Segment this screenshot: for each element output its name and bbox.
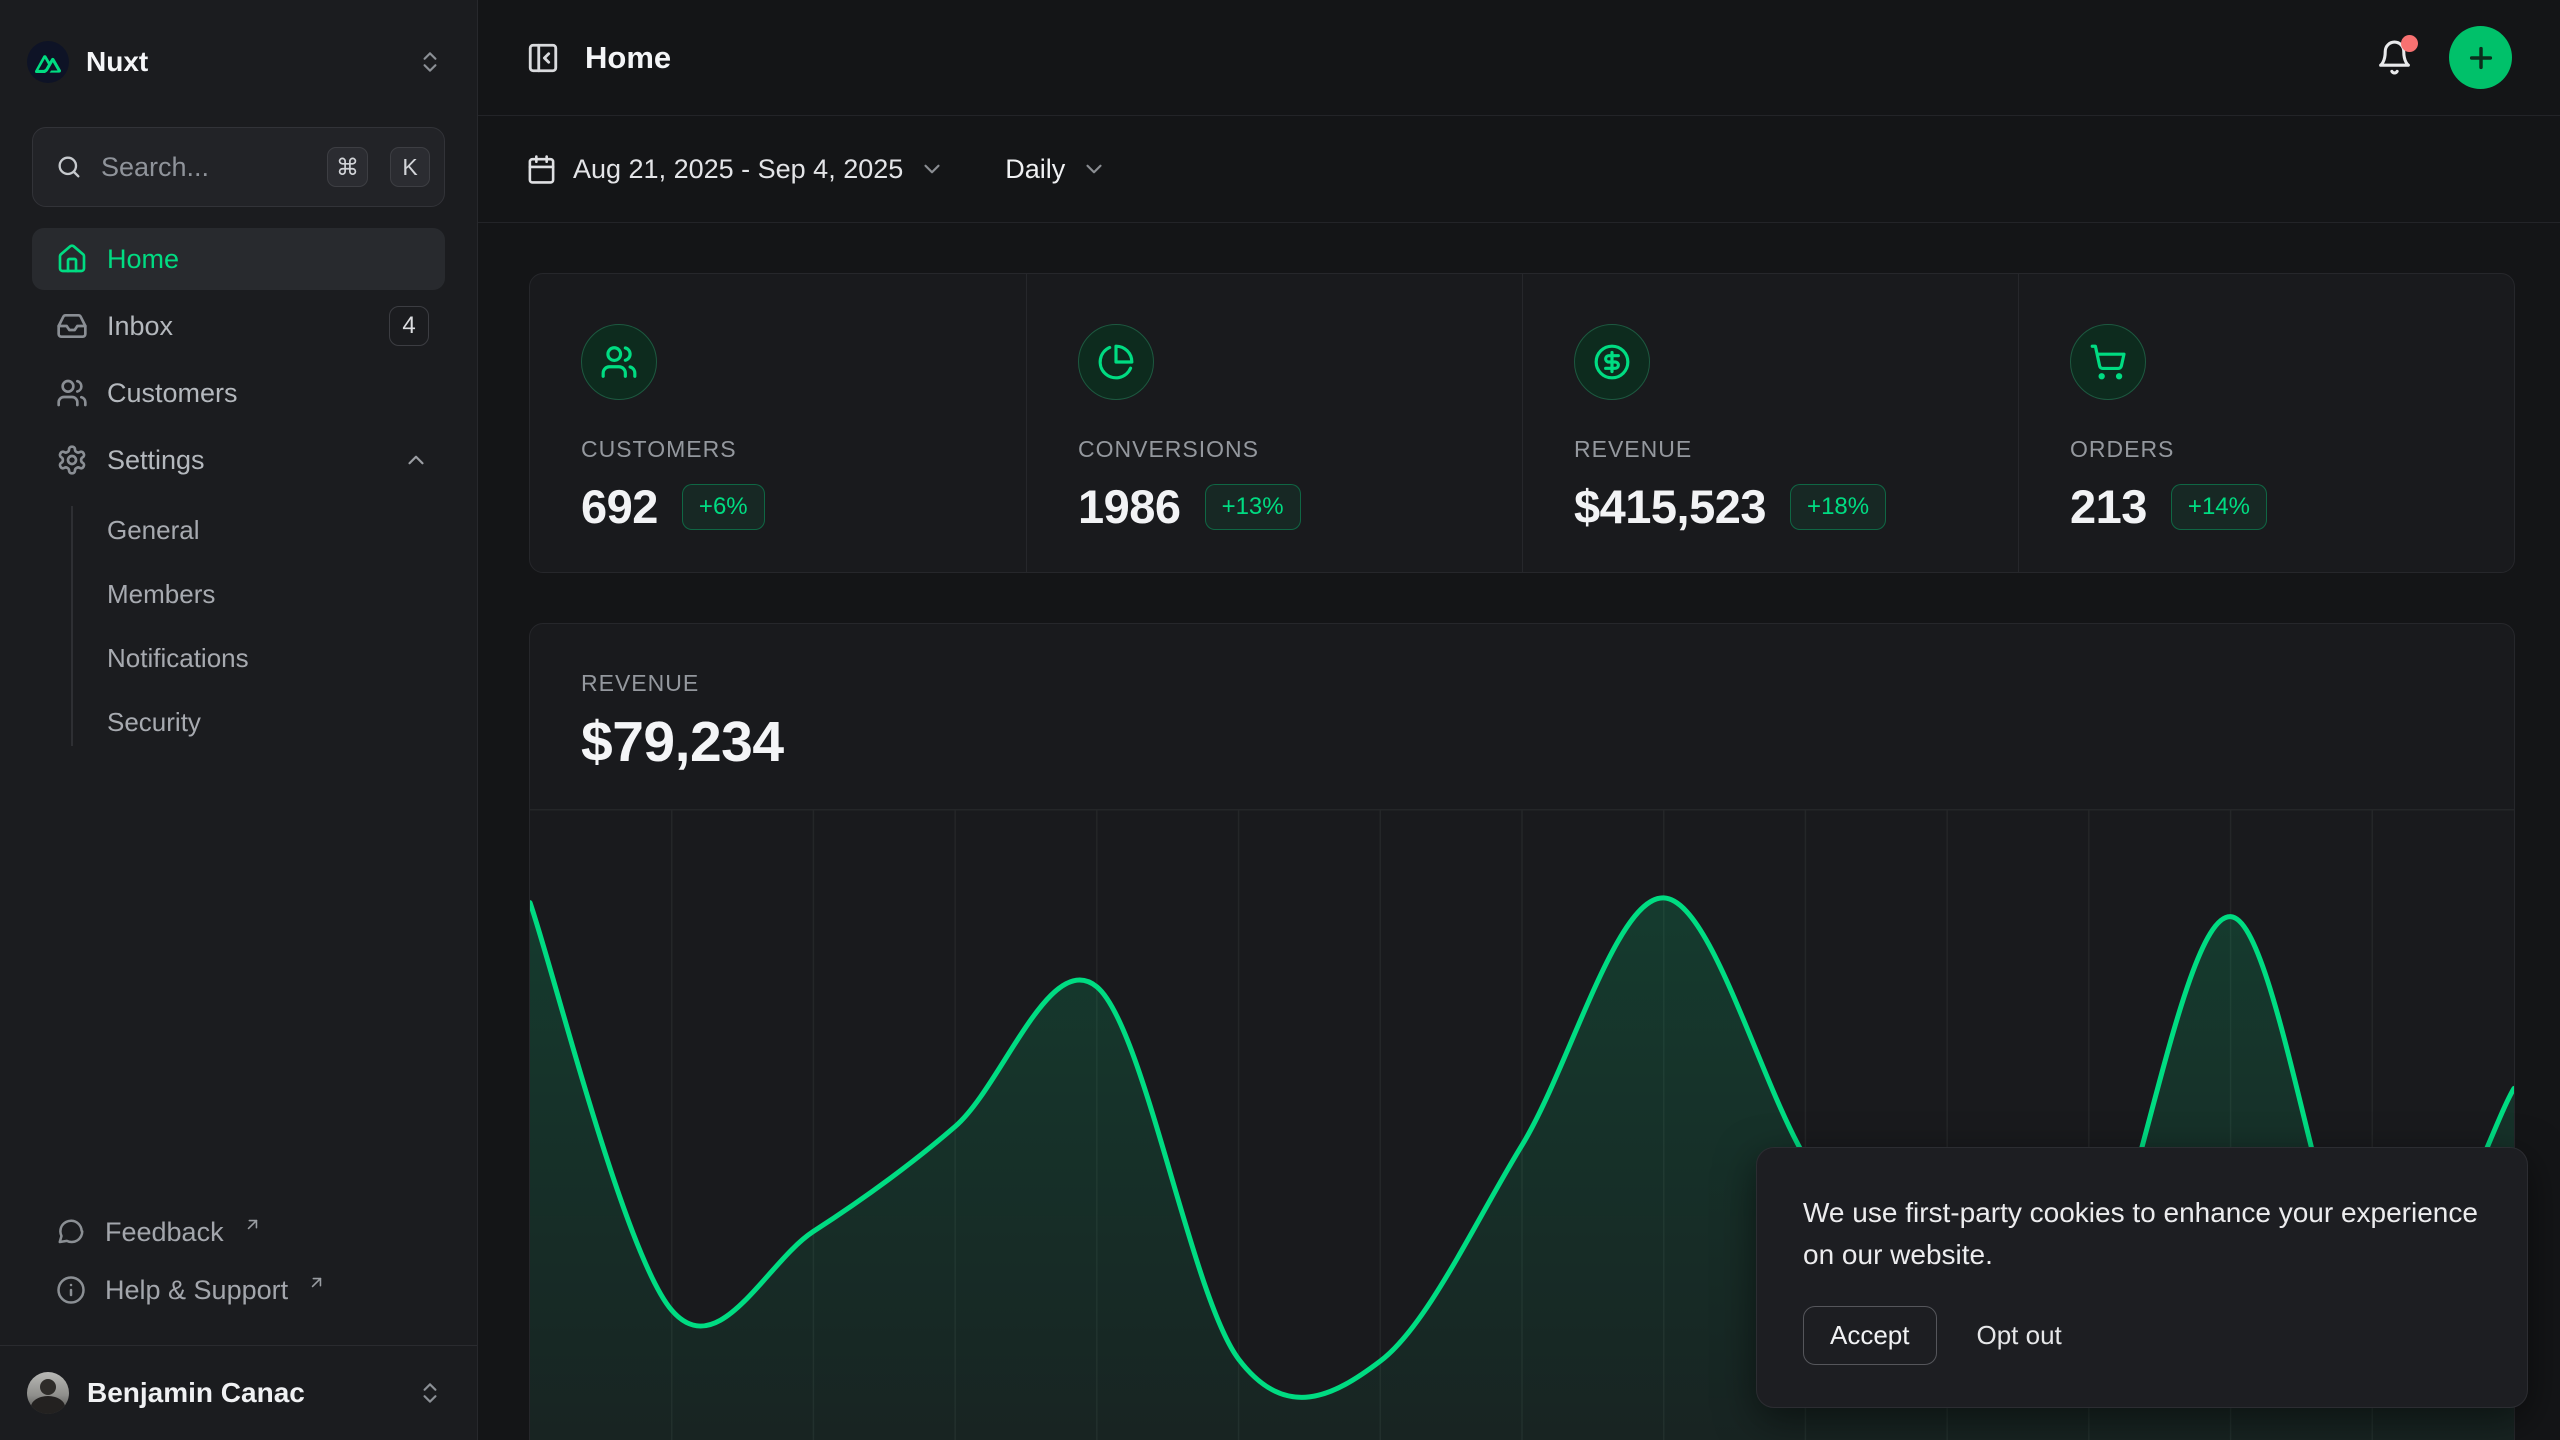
gear-icon xyxy=(56,444,88,476)
opt-out-button[interactable]: Opt out xyxy=(1977,1320,2062,1351)
add-button[interactable] xyxy=(2449,26,2512,89)
accept-button[interactable]: Accept xyxy=(1803,1306,1937,1365)
topbar-actions xyxy=(2376,26,2512,89)
inbox-icon xyxy=(56,310,88,342)
notifications-button[interactable] xyxy=(2376,39,2413,76)
avatar xyxy=(27,1372,69,1414)
sub-item-label: General xyxy=(107,515,200,546)
pie-chart-icon xyxy=(1078,324,1154,400)
notification-dot xyxy=(2401,35,2418,52)
user-selector-icon xyxy=(417,1380,443,1406)
sidebar-item-label: Settings xyxy=(107,445,205,476)
external-link-icon xyxy=(307,1273,326,1292)
feedback-link[interactable]: Feedback xyxy=(32,1203,445,1261)
topbar: Home xyxy=(478,0,2560,116)
collapse-sidebar-button[interactable] xyxy=(526,41,560,75)
user-menu[interactable]: Benjamin Canac xyxy=(0,1345,477,1440)
sidebar-item-label: Inbox xyxy=(107,311,173,342)
sidebar-item-inbox[interactable]: Inbox 4 xyxy=(32,295,445,357)
stat-revenue[interactable]: REVENUE $415,523 +18% xyxy=(1522,274,2018,572)
stat-label: REVENUE xyxy=(1574,436,1978,463)
stat-label: CUSTOMERS xyxy=(581,436,986,463)
stat-label: ORDERS xyxy=(2070,436,2474,463)
message-circle-icon xyxy=(56,1217,86,1247)
stat-value: 692 xyxy=(581,479,658,534)
cookie-message: We use first-party cookies to enhance yo… xyxy=(1803,1192,2481,1276)
search-placeholder: Search... xyxy=(101,152,305,183)
sidebar-footer-links: Feedback Help & Support xyxy=(32,1203,445,1319)
sidebar-item-general[interactable]: General xyxy=(32,498,445,562)
user-name: Benjamin Canac xyxy=(87,1377,305,1409)
sidebar-item-settings[interactable]: Settings xyxy=(32,429,445,491)
home-icon xyxy=(56,243,88,275)
stat-orders[interactable]: ORDERS 213 +14% xyxy=(2018,274,2514,572)
sidebar-item-notifications[interactable]: Notifications xyxy=(32,626,445,690)
sidebar-item-members[interactable]: Members xyxy=(32,562,445,626)
granularity-select[interactable]: Daily xyxy=(1005,154,1107,185)
page-title: Home xyxy=(585,40,671,76)
sidebar-item-home[interactable]: Home xyxy=(32,228,445,290)
revenue-chart-label: REVENUE xyxy=(581,670,2463,697)
users-icon xyxy=(581,324,657,400)
stat-value: $415,523 xyxy=(1574,479,1766,534)
sub-item-label: Notifications xyxy=(107,643,249,674)
help-support-link[interactable]: Help & Support xyxy=(32,1261,445,1319)
search-input[interactable]: Search... ⌘ K xyxy=(32,127,445,207)
sidebar-nav: Home Inbox 4 Customers Settings xyxy=(32,228,445,754)
chevron-down-icon xyxy=(919,156,945,182)
trend-badge: +18% xyxy=(1790,484,1886,530)
stat-conversions[interactable]: CONVERSIONS 1986 +13% xyxy=(1026,274,1522,572)
workspace-selector-icon xyxy=(417,49,443,75)
feedback-label: Feedback xyxy=(105,1217,224,1248)
users-icon xyxy=(56,377,88,409)
plus-icon xyxy=(2465,42,2497,74)
stat-value: 1986 xyxy=(1078,479,1181,534)
info-circle-icon xyxy=(56,1275,86,1305)
revenue-chart-value: $79,234 xyxy=(581,709,2463,775)
calendar-icon xyxy=(526,154,557,185)
help-support-label: Help & Support xyxy=(105,1275,288,1306)
search-icon xyxy=(55,153,83,181)
stat-label: CONVERSIONS xyxy=(1078,436,1482,463)
trend-badge: +6% xyxy=(682,484,765,530)
date-range-label: Aug 21, 2025 - Sep 4, 2025 xyxy=(573,154,903,185)
cookie-banner: We use first-party cookies to enhance yo… xyxy=(1756,1147,2528,1408)
workspace-switcher[interactable]: Nuxt xyxy=(0,0,477,124)
sub-item-label: Members xyxy=(107,579,215,610)
external-link-icon xyxy=(243,1215,262,1234)
granularity-label: Daily xyxy=(1005,154,1065,185)
inbox-count-badge: 4 xyxy=(389,306,429,346)
settings-sub-list: General Members Notifications Security xyxy=(32,498,445,754)
shopping-cart-icon xyxy=(2070,324,2146,400)
circle-dollar-icon xyxy=(1574,324,1650,400)
sidebar-item-label: Customers xyxy=(107,378,238,409)
sidebar-item-label: Home xyxy=(107,244,179,275)
sidebar-item-security[interactable]: Security xyxy=(32,690,445,754)
chevron-down-icon xyxy=(1081,156,1107,182)
filters-row: Aug 21, 2025 - Sep 4, 2025 Daily xyxy=(478,116,2560,223)
stat-customers[interactable]: CUSTOMERS 692 +6% xyxy=(530,274,1026,572)
date-range-picker[interactable]: Aug 21, 2025 - Sep 4, 2025 xyxy=(526,154,945,185)
chevron-up-icon xyxy=(403,447,429,473)
sidebar-spacer xyxy=(0,754,477,1203)
nuxt-logo-icon xyxy=(27,41,69,83)
kbd-cmd: ⌘ xyxy=(327,147,368,187)
stat-value: 213 xyxy=(2070,479,2147,534)
stats-card: CUSTOMERS 692 +6% CONVERSIONS 1986 +13% xyxy=(529,273,2515,573)
trend-badge: +14% xyxy=(2171,484,2267,530)
sidebar-item-customers[interactable]: Customers xyxy=(32,362,445,424)
sidebar: Nuxt Search... ⌘ K Home xyxy=(0,0,478,1440)
kbd-k: K xyxy=(390,147,430,187)
brand-name: Nuxt xyxy=(86,46,148,78)
sub-item-label: Security xyxy=(107,707,201,738)
cookie-actions: Accept Opt out xyxy=(1803,1306,2481,1365)
trend-badge: +13% xyxy=(1205,484,1301,530)
